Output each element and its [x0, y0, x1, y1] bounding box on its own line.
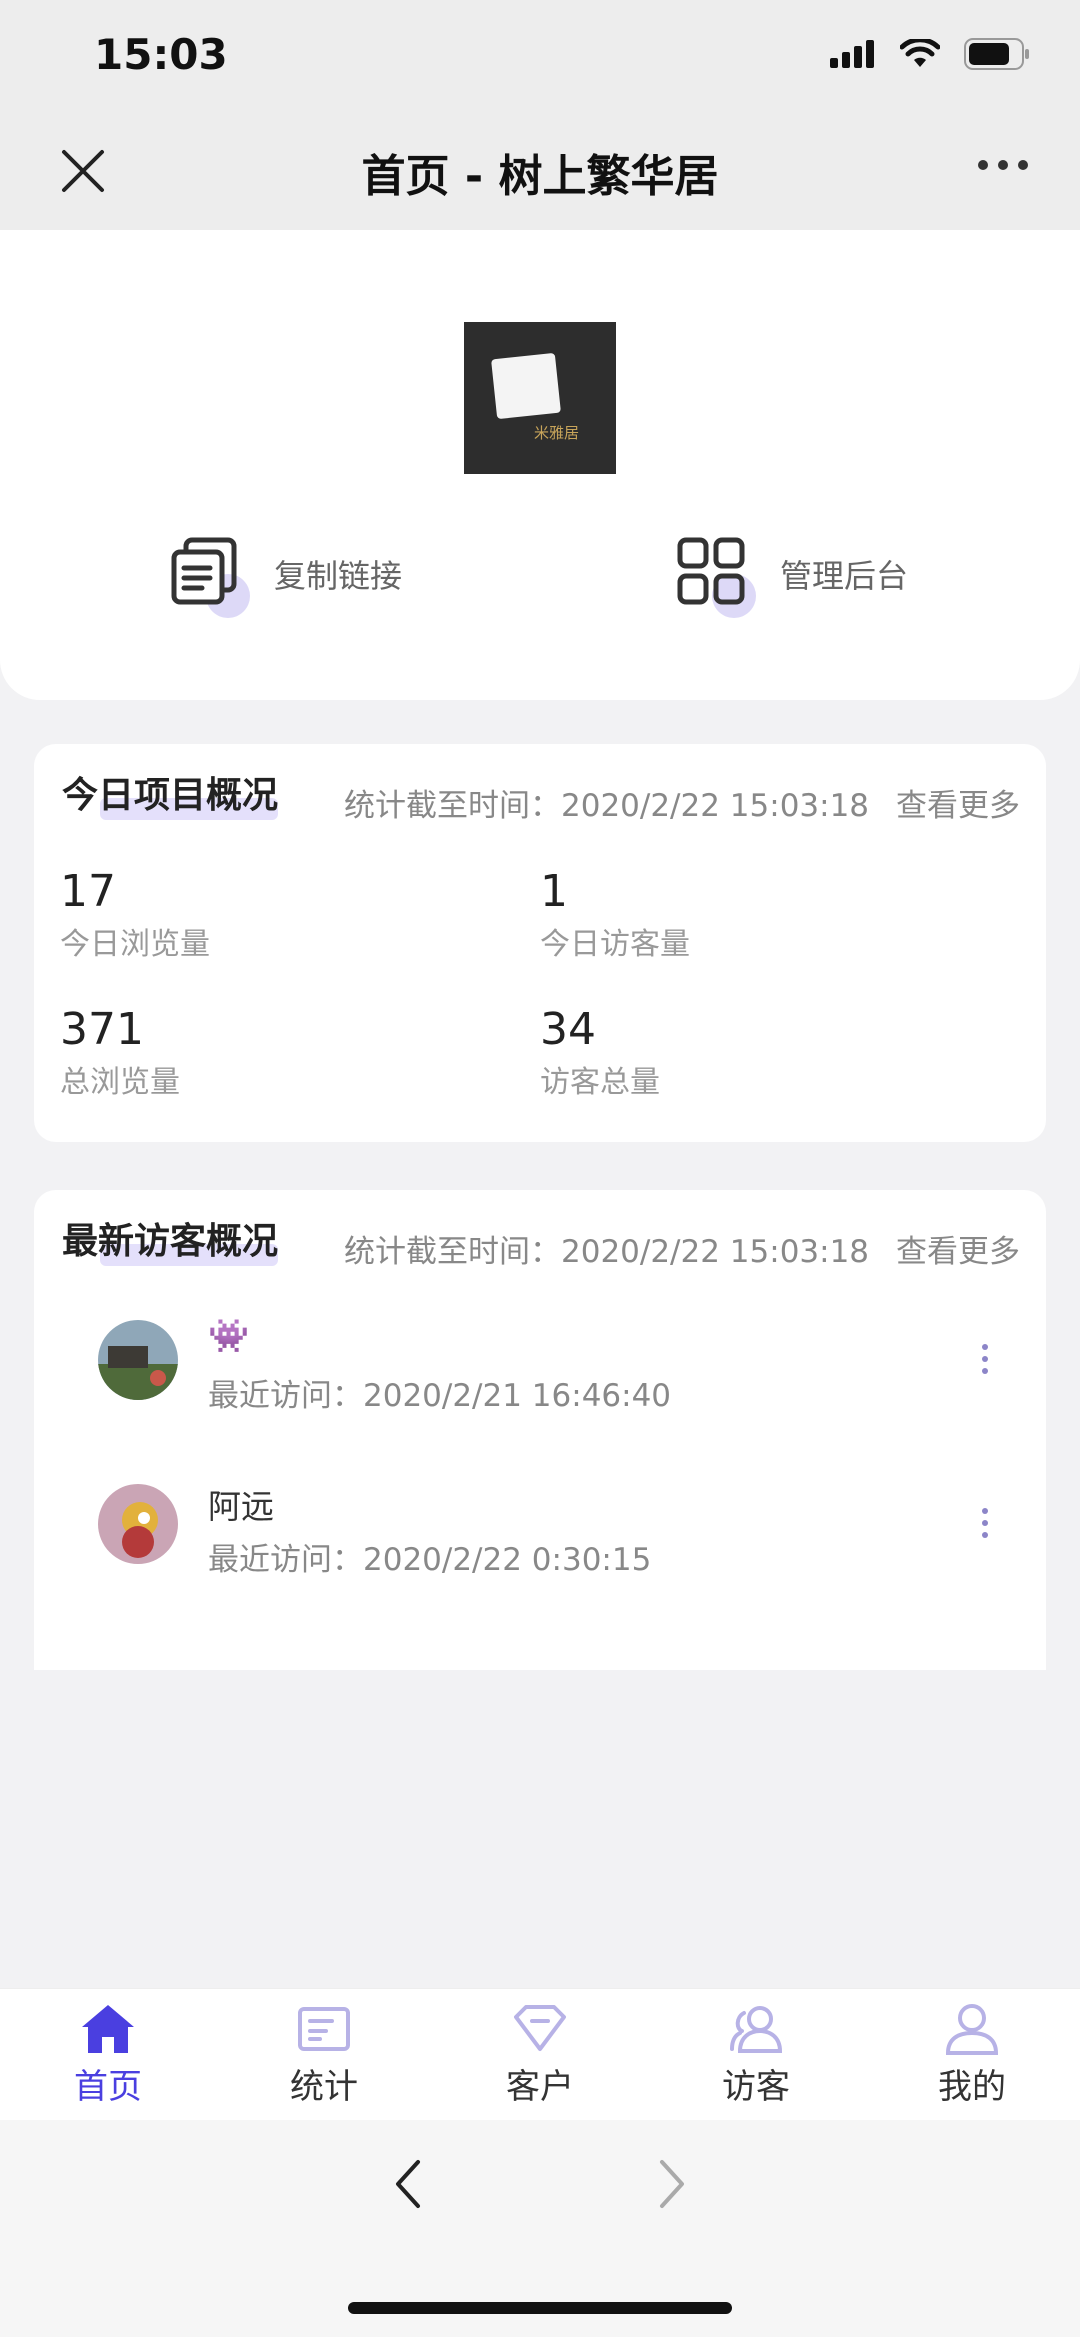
tab-home[interactable]: 首页 [0, 1989, 216, 2121]
page-title: 首页 - 树上繁华居 [361, 151, 719, 202]
visitor-menu-button[interactable] [982, 1344, 988, 1374]
copy-icon [171, 537, 237, 605]
tab-mine[interactable]: 我的 [864, 1989, 1080, 2121]
stat-value: 371 [60, 1004, 144, 1055]
tab-label: 我的 [938, 2067, 1006, 2107]
stat-today-visitors: 1 今日访客量 [540, 866, 690, 963]
bottom-tab-bar: 首页 统计 客户 访客 我的 [0, 1988, 1080, 2121]
visitors-title: 最新访客概况 [62, 1212, 279, 1266]
battery-icon [964, 38, 1029, 70]
admin-panel-button[interactable]: 管理后台 [676, 536, 909, 618]
dot-icon [982, 1520, 988, 1526]
home-indicator[interactable] [348, 2302, 732, 2314]
dot-icon [982, 1368, 988, 1374]
visitor-name: 阿远 [208, 1487, 274, 1526]
dot-icon [998, 160, 1008, 170]
stat-today-views: 17 今日浏览量 [60, 866, 210, 963]
visitor-name: 👾 [208, 1316, 250, 1355]
stat-label: 今日浏览量 [60, 927, 210, 962]
dot-icon [982, 1532, 988, 1538]
visitor-last-visit: 最近访问：2020/2/21 16:46:40 [208, 1378, 672, 1414]
tab-label: 统计 [290, 2067, 358, 2107]
avatar [98, 1320, 178, 1400]
visitor-item[interactable]: 阿远 最近访问：2020/2/22 0:30:15 [98, 1484, 1028, 1594]
stats-icon [298, 2007, 350, 2051]
copy-link-button[interactable]: 复制链接 [170, 536, 403, 618]
tab-label: 访客 [722, 2067, 790, 2107]
avatar [98, 1484, 178, 1564]
dot-icon [982, 1508, 988, 1514]
user-icon [945, 2004, 999, 2055]
more-menu-button[interactable] [978, 160, 1028, 170]
today-overview-card: 今日项目概况 统计截至时间：2020/2/22 15:03:18 查看更多 17… [34, 744, 1046, 1142]
tab-visitors[interactable]: 访客 [648, 1989, 864, 2121]
stat-value: 17 [60, 866, 116, 917]
dot-icon [982, 1344, 988, 1350]
admin-label: 管理后台 [780, 557, 909, 595]
overview-more-link[interactable]: 查看更多 [896, 780, 1020, 825]
visitors-time: 统计截至时间：2020/2/22 15:03:18 [344, 1234, 870, 1270]
visitor-item[interactable]: 👾 最近访问：2020/2/21 16:46:40 [98, 1316, 1028, 1430]
stat-value: 1 [540, 866, 568, 917]
tab-customers[interactable]: 客户 [432, 1989, 648, 2121]
home-icon [82, 2005, 134, 2053]
copy-link-label: 复制链接 [274, 557, 403, 595]
dot-icon [1018, 160, 1028, 170]
signal-icon [830, 40, 874, 68]
visitor-menu-button[interactable] [982, 1508, 988, 1538]
stat-label: 访客总量 [540, 1065, 660, 1100]
customer-icon [514, 2005, 566, 2051]
project-logo: 米雅居 [464, 322, 616, 474]
wifi-icon [900, 39, 940, 67]
forward-arrow-icon[interactable] [656, 2156, 688, 2212]
visitor-last-visit: 最近访问：2020/2/22 0:30:15 [208, 1542, 652, 1578]
overview-title: 今日项目概况 [62, 766, 279, 820]
status-time: 15:03 [94, 30, 228, 79]
status-icons [830, 38, 1030, 70]
back-arrow-icon[interactable] [392, 2156, 424, 2212]
tab-label: 客户 [506, 2067, 574, 2107]
visitor-icon [730, 2006, 783, 2053]
dot-icon [982, 1356, 988, 1362]
tab-stats[interactable]: 统计 [216, 1989, 432, 2121]
stat-label: 总浏览量 [60, 1065, 180, 1100]
latest-visitors-card: 最新访客概况 统计截至时间：2020/2/22 15:03:18 查看更多 👾 … [34, 1190, 1046, 1670]
dot-icon [978, 160, 988, 170]
grid-icon [677, 537, 745, 605]
stat-label: 今日访客量 [540, 927, 690, 962]
stat-total-views: 371 总浏览量 [60, 1004, 180, 1101]
tab-label: 首页 [74, 2067, 142, 2107]
visitors-more-link[interactable]: 查看更多 [896, 1226, 1020, 1271]
overview-time: 统计截至时间：2020/2/22 15:03:18 [344, 788, 870, 824]
logo-text: 米雅居 [534, 424, 580, 442]
stat-total-visitors: 34 访客总量 [540, 1004, 660, 1101]
stat-value: 34 [540, 1004, 596, 1055]
